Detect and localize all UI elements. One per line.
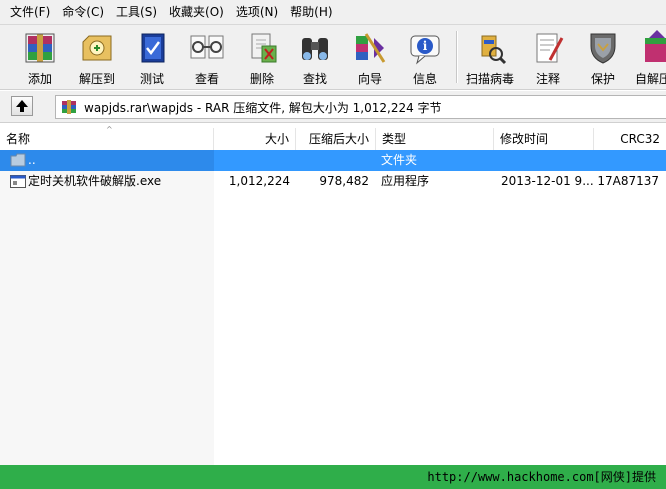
extract-to-label: 解压到 — [78, 72, 115, 86]
virus-scan-button[interactable]: 扫描病毒 — [462, 27, 518, 87]
delete-button[interactable]: 删除 — [237, 27, 287, 87]
test-icon — [132, 30, 172, 66]
column-header-type[interactable]: 类型 — [376, 128, 494, 150]
comment-icon — [528, 30, 568, 66]
self-extract-icon — [635, 30, 666, 66]
menu-favorites[interactable]: 收藏夹(O) — [163, 2, 230, 22]
view-label: 查看 — [194, 72, 219, 86]
virus-scan-icon — [470, 30, 510, 66]
wizard-icon — [350, 30, 390, 66]
test-label: 测试 — [139, 72, 164, 86]
extract-to-icon — [77, 30, 117, 66]
column-header-size[interactable]: 大小 — [214, 128, 296, 150]
view-button[interactable]: 查看 — [182, 27, 232, 87]
address-bar: wapjds.rar\wapjds - RAR 压缩文件, 解包大小为 1,01… — [0, 91, 666, 123]
info-button[interactable]: i 信息 — [400, 27, 450, 87]
self-extract-label: 自解压 — [635, 72, 666, 86]
watermark-text: http://www.hackhome.com[网侠]提供 — [427, 470, 656, 484]
comment-button[interactable]: 注释 — [523, 27, 573, 87]
row-type: 应用程序 — [381, 174, 430, 188]
menu-command[interactable]: 命令(C) — [56, 2, 110, 22]
column-header-packed-size[interactable]: 压缩后大小 — [296, 128, 376, 150]
menu-file[interactable]: 文件(F) — [4, 2, 56, 22]
find-binoculars-icon — [295, 30, 335, 66]
find-label: 查找 — [302, 72, 327, 86]
comment-label: 注释 — [535, 72, 560, 86]
toolbar-separator — [456, 31, 458, 83]
row-packed-size: 978,482 — [319, 174, 369, 188]
row-packed-size — [296, 150, 369, 171]
table-row[interactable]: .. 文件夹 — [0, 150, 666, 171]
file-list: ^ 名称 大小 压缩后大小 类型 修改时间 CRC32 .. 文件夹 定时关机软… — [0, 124, 666, 465]
protect-label: 保护 — [590, 72, 615, 86]
column-header-crc32[interactable]: CRC32 — [594, 128, 666, 150]
wizard-button[interactable]: 向导 — [345, 27, 395, 87]
row-crc32 — [594, 150, 659, 171]
test-button[interactable]: 测试 — [127, 27, 177, 87]
add-archive-icon — [20, 30, 60, 66]
extract-to-button[interactable]: 解压到 — [72, 27, 122, 87]
view-icon — [187, 30, 227, 66]
row-size: 1,012,224 — [228, 174, 290, 188]
toolbar: 添加 解压到 测试 查看 删除 查找 向导 i 信息 扫描病毒 注释 保护 自解… — [0, 25, 666, 90]
row-size — [214, 150, 290, 171]
row-name: 定时关机软件破解版.exe — [28, 174, 162, 188]
protect-shield-icon — [583, 30, 623, 66]
exe-file-icon — [10, 175, 26, 188]
table-row[interactable]: 定时关机软件破解版.exe 1,012,224 978,482 应用程序 201… — [0, 171, 666, 192]
wizard-label: 向导 — [357, 72, 382, 86]
virus-scan-label: 扫描病毒 — [465, 72, 514, 86]
row-type: 文件夹 — [381, 153, 418, 167]
up-one-level-button[interactable] — [11, 96, 33, 116]
svg-text:i: i — [423, 39, 428, 53]
add-button-label: 添加 — [27, 72, 52, 86]
protect-button[interactable]: 保护 — [578, 27, 628, 87]
folder-icon — [10, 153, 26, 167]
row-modified: 2013-12-01 9... — [501, 174, 594, 188]
menu-bar: 文件(F) 命令(C) 工具(S) 收藏夹(O) 选项(N) 帮助(H) — [0, 0, 666, 25]
delete-icon — [242, 30, 282, 66]
self-extract-button[interactable]: 自解压 — [633, 27, 666, 87]
row-name: .. — [28, 153, 36, 167]
column-header-row: ^ 名称 大小 压缩后大小 类型 修改时间 CRC32 — [0, 125, 666, 150]
add-button[interactable]: 添加 — [10, 27, 70, 87]
address-path: wapjds.rar\wapjds - RAR 压缩文件, 解包大小为 1,01… — [84, 101, 442, 115]
address-field[interactable]: wapjds.rar\wapjds - RAR 压缩文件, 解包大小为 1,01… — [55, 95, 666, 119]
rar-archive-icon — [62, 100, 76, 114]
up-arrow-icon — [16, 100, 28, 112]
column-header-name[interactable]: ^ 名称 — [0, 125, 214, 150]
column-header-modified[interactable]: 修改时间 — [494, 128, 594, 150]
row-crc32: 17A87137 — [597, 174, 659, 188]
info-icon: i — [405, 30, 445, 66]
name-column-background — [0, 150, 214, 465]
menu-tools[interactable]: 工具(S) — [110, 2, 163, 22]
find-button[interactable]: 查找 — [290, 27, 340, 87]
menu-options[interactable]: 选项(N) — [230, 2, 284, 22]
sort-ascending-icon: ^ — [106, 125, 113, 134]
watermark-bar: http://www.hackhome.com[网侠]提供 — [0, 465, 666, 489]
info-label: 信息 — [412, 72, 437, 86]
delete-label: 删除 — [249, 72, 274, 86]
menu-help[interactable]: 帮助(H) — [284, 2, 338, 22]
